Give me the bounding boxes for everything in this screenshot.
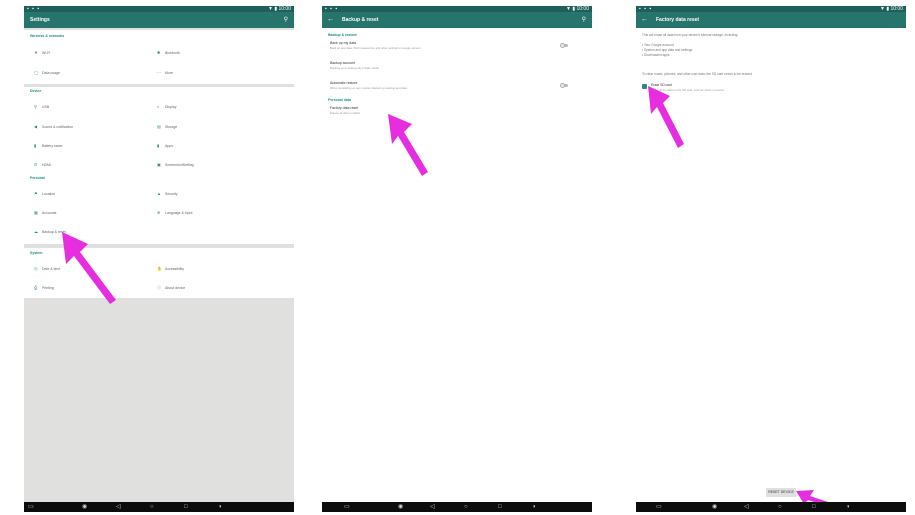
settings-item-sound[interactable]: ◀ Sound & notification [34,124,73,129]
clock-icon: ◷ [34,266,38,271]
app-bar: ← Backup & reset ⚲ [322,12,592,28]
screenshot-nav-icon[interactable]: ▭ [28,502,34,512]
recents-icon[interactable]: □ [812,502,816,512]
back-icon[interactable]: ◁ [744,502,749,512]
volume-up-icon[interactable]: ◑ [532,502,536,512]
back-arrow-icon[interactable]: ← [327,12,334,28]
settings-item-hdmi[interactable]: ⊡ HDMI [34,162,51,167]
settings-item-accessibility[interactable]: ✋ Accessibility [157,266,184,271]
pointer-arrow [648,86,684,148]
recents-icon[interactable]: □ [498,502,502,512]
back-icon[interactable]: ◁ [116,502,121,512]
wifi-icon: ▼ [34,50,38,55]
language-icon: ⊕ [157,210,161,215]
section-device: Device ⚲ USB ◐ Display ◀ Sound & notificati… [24,87,294,175]
battery-icon: ▮ [34,143,37,148]
factory-reset-screen: ▪ ▪ ▪ ▼ ▮ 10:00 ← Factory data reset Thi… [636,6,906,512]
home-icon[interactable]: ○ [464,502,468,512]
back-icon[interactable]: ◁ [430,502,435,512]
settings-item-screenshot[interactable]: ▣ ScreenshotSetting [157,162,194,167]
nav-bar: ▭ ◉ ◁ ○ □ ◑ [322,502,592,512]
reset-device-button[interactable]: RESET DEVICE [766,488,796,497]
settings-item-storage[interactable]: ▤ Storage [157,124,177,129]
storage-icon: ▤ [157,124,161,129]
bluetooth-icon: ✱ [157,50,161,55]
warning-bullet: • Your Google account [642,43,674,47]
page-title: Backup & reset [342,17,379,23]
settings-item-usb[interactable]: ⚲ USB [34,104,49,109]
volume-icon[interactable]: ◉ [82,502,87,512]
accessibility-icon: ✋ [157,266,162,271]
settings-item-more[interactable]: ⋯ More [157,70,173,75]
cloud-icon: ☁ [34,229,38,234]
backup-toggle[interactable] [560,43,568,48]
volume-up-icon[interactable]: ◑ [218,502,222,512]
screenshot-nav-icon[interactable]: ▭ [656,502,662,512]
sound-icon: ◀ [34,124,38,129]
search-icon[interactable]: ⚲ [284,12,288,28]
section-header: Backup & restore [328,33,357,37]
backup-reset-screen: ▪ ▪ ▪ ▼ ▮ 10:00 ← Backup & reset ⚲ Backu… [322,6,592,512]
search-icon[interactable]: ⚲ [582,12,586,28]
settings-item-security[interactable]: ▲ Security [157,191,178,196]
lock-icon: ▲ [157,191,161,196]
home-icon[interactable]: ○ [778,502,782,512]
home-icon[interactable]: ○ [150,502,154,512]
pointer-arrow [62,232,116,304]
data-usage-icon: ◯ [34,70,39,75]
page-title: Settings [30,17,50,23]
automatic-restore-row[interactable]: Automatic restore When reinstalling an a… [330,81,580,93]
screenshot-icon: ▣ [157,162,161,167]
settings-item-display[interactable]: ◐ Display [157,104,176,109]
section-header: Device [30,89,42,93]
settings-item-location[interactable]: ⚑ Location [34,191,55,196]
more-icon: ⋯ [157,70,161,75]
factory-reset-row[interactable]: Factory data reset Erases all data on ta… [330,106,580,118]
backup-card: Backup & restore Back up my data Back up… [322,30,592,130]
settings-item-battery[interactable]: ▮ Battery saver [34,143,63,148]
auto-restore-toggle[interactable] [560,83,568,88]
section-wireless: Wireless & networks ▼ Wi-Fi ✱ Bluetooth ◯ D… [24,30,294,84]
volume-icon[interactable]: ◉ [712,502,717,512]
settings-item-printing[interactable]: ⎙ Printing [34,285,54,290]
section-header: System [30,251,43,255]
usb-icon: ⚲ [34,104,37,109]
settings-item-data-usage[interactable]: ◯ Data usage [34,70,60,75]
sd-card-note: To clear music, pictures, and other user… [642,72,753,76]
nav-bar: ▭ ◉ ◁ ○ □ ◑ [636,502,906,512]
pointer-arrow [388,114,428,176]
backup-account-row[interactable]: Backup account Backing up to debug-only … [330,61,580,73]
settings-item-language[interactable]: ⊕ Language & input [157,210,192,215]
recents-icon[interactable]: □ [184,502,188,512]
apps-icon: ▮ [157,143,160,148]
section-header: Personal [30,176,45,180]
warning-bullet: • System and app data and settings [642,48,693,52]
warning-bullet: • Downloaded apps [642,53,670,57]
nav-bar: ▭ ◉ ◁ ○ □ ◑ [24,502,294,512]
back-arrow-icon[interactable]: ← [641,12,648,28]
settings-item-bluetooth[interactable]: ✱ Bluetooth [157,50,180,55]
info-icon: ⓘ [157,285,161,290]
settings-item-apps[interactable]: ▮ Apps [157,143,173,148]
screenshot-nav-icon[interactable]: ▭ [344,502,350,512]
settings-screen: ▪ ▪ ▪ ▼ ▮ 10:00 Settings ⚲ Wireless & ne… [24,6,294,512]
page-title: Factory data reset [656,17,700,23]
warning-text: This will erase all data from your devic… [642,33,739,37]
settings-item-about[interactable]: ⓘ About device [157,285,185,291]
display-icon: ◐ [157,104,160,109]
settings-item-accounts[interactable]: ▦ Accounts [34,210,56,215]
backup-my-data-row[interactable]: Back up my data Back up app data, Wi-Fi … [330,41,580,53]
volume-up-icon[interactable]: ◑ [846,502,850,512]
section-header: Personal data [328,98,351,102]
accounts-icon: ▦ [34,210,38,215]
location-icon: ⚑ [34,191,38,196]
section-header: Wireless & networks [30,34,65,38]
hdmi-icon: ⊡ [34,162,38,167]
app-bar: Settings ⚲ [24,12,294,28]
settings-item-wifi[interactable]: ▼ Wi-Fi [34,50,50,55]
printer-icon: ⎙ [34,285,38,290]
volume-icon[interactable]: ◉ [398,502,403,512]
app-bar: ← Factory data reset [636,12,906,28]
